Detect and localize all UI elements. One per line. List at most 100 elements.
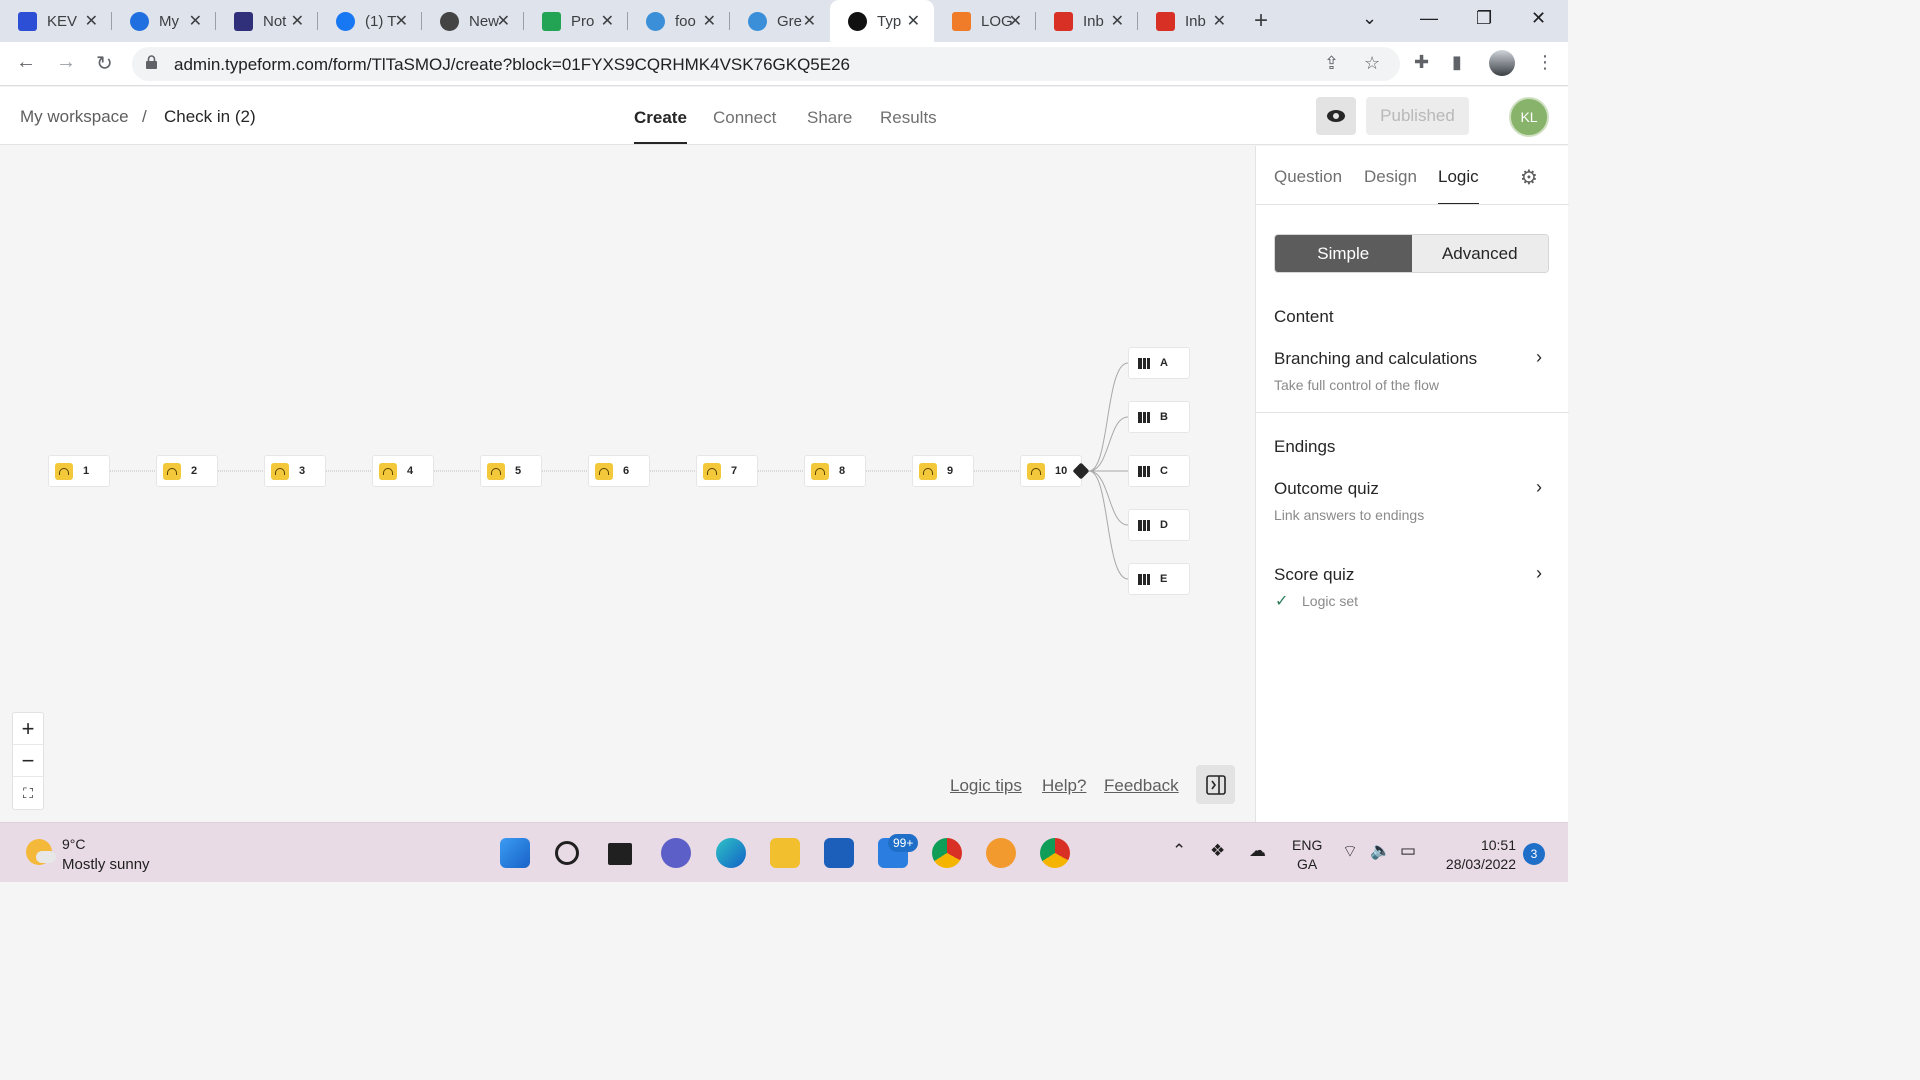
profile-avatar-icon[interactable] — [1489, 50, 1515, 76]
question-number: 8 — [839, 465, 846, 477]
minimize-icon[interactable]: — — [1420, 8, 1438, 29]
question-node[interactable]: 4 — [372, 455, 434, 487]
panel-tab-design[interactable]: Design — [1364, 167, 1417, 187]
restore-icon[interactable]: ❐ — [1476, 8, 1492, 29]
advanced-mode-button[interactable]: Advanced — [1411, 235, 1548, 272]
question-node[interactable]: 2 — [156, 455, 218, 487]
published-button[interactable]: Published — [1366, 97, 1469, 135]
close-tab-icon[interactable]: ✕ — [85, 11, 98, 31]
browser-tab[interactable]: foo ✕ — [628, 0, 730, 42]
close-tab-icon[interactable]: ✕ — [497, 11, 510, 31]
question-node[interactable]: 5 — [480, 455, 542, 487]
search-icon[interactable] — [555, 841, 579, 865]
ending-node[interactable]: B — [1128, 401, 1190, 433]
chrome-icon[interactable] — [932, 838, 962, 868]
preview-button[interactable] — [1316, 97, 1356, 135]
battery-icon[interactable]: ▭ — [1400, 841, 1416, 861]
browser-tab[interactable]: Not ✕ — [216, 0, 318, 42]
close-tab-icon[interactable]: ✕ — [703, 11, 716, 31]
chevron-up-icon[interactable]: ⌃ — [1172, 841, 1186, 861]
back-icon[interactable]: ← — [16, 51, 36, 74]
question-node[interactable]: 9 — [912, 455, 974, 487]
weather-icon[interactable] — [26, 839, 56, 865]
help-link[interactable]: Help? — [1042, 776, 1086, 796]
question-node[interactable]: 6 — [588, 455, 650, 487]
browser-tab[interactable]: (1) T ✕ — [318, 0, 422, 42]
zoom-in-button[interactable]: + — [13, 713, 43, 745]
ending-node[interactable]: E — [1128, 563, 1190, 595]
file-explorer-icon[interactable] — [770, 838, 800, 868]
browser-tab[interactable]: Typ ✕ — [830, 0, 934, 42]
wifi-icon[interactable]: ⌔ — [1342, 841, 1358, 862]
language-indicator[interactable]: ENG GA — [1292, 836, 1322, 874]
close-tab-icon[interactable]: ✕ — [601, 11, 614, 31]
browser-tab[interactable]: Inb ✕ — [1036, 0, 1138, 42]
share-icon[interactable]: ⇪ — [1324, 53, 1339, 74]
weather-temperature[interactable]: 9°C — [62, 836, 86, 852]
browser-tab[interactable]: My ✕ — [112, 0, 216, 42]
extensions-icon[interactable]: ✚ — [1414, 52, 1429, 73]
reload-icon[interactable]: ↻ — [96, 51, 113, 76]
browser-tab[interactable]: Pro ✕ — [524, 0, 628, 42]
clock[interactable]: 10:51 28/03/2022 — [1430, 836, 1516, 874]
close-tab-icon[interactable]: ✕ — [395, 11, 408, 31]
browser-tab[interactable]: LOG ✕ — [934, 0, 1036, 42]
forward-icon[interactable]: → — [56, 51, 76, 74]
browser-tab[interactable]: KEV ✕ — [0, 0, 112, 42]
chrome-profile-icon[interactable] — [1040, 838, 1070, 868]
app-icon[interactable] — [986, 838, 1016, 868]
close-tab-icon[interactable]: ✕ — [803, 11, 816, 31]
close-tab-icon[interactable]: ✕ — [189, 11, 202, 31]
weather-description[interactable]: Mostly sunny — [62, 856, 150, 873]
zoom-out-button[interactable]: − — [13, 745, 43, 777]
notification-badge[interactable]: 3 — [1523, 843, 1545, 865]
close-tab-icon[interactable]: ✕ — [1111, 11, 1124, 31]
store-icon[interactable] — [824, 838, 854, 868]
zoom-controls: + − ⛶ — [12, 712, 44, 810]
question-node[interactable]: 7 — [696, 455, 758, 487]
chat-icon[interactable] — [661, 838, 691, 868]
tab-share[interactable]: Share — [807, 108, 852, 128]
close-window-icon[interactable]: ✕ — [1531, 8, 1546, 29]
feedback-link[interactable]: Feedback — [1104, 776, 1179, 796]
new-tab-button[interactable]: + — [1254, 7, 1268, 35]
ending-node[interactable]: A — [1128, 347, 1190, 379]
tab-connect[interactable]: Connect — [713, 108, 776, 128]
panel-toggle-button[interactable] — [1196, 765, 1235, 804]
logic-map-canvas[interactable]: 1 2 3 4 5 6 7 8 9 10 A B C D E + − ⛶ Logic tips Help?… — [0, 146, 1254, 822]
dropbox-icon[interactable]: ❖ — [1210, 841, 1225, 861]
fit-view-button[interactable]: ⛶ — [13, 777, 43, 809]
panel-tab-question[interactable]: Question — [1274, 167, 1342, 187]
volume-icon[interactable]: 🔈 — [1370, 841, 1391, 861]
tab-results[interactable]: Results — [880, 108, 937, 128]
browser-menu-icon[interactable]: ⋮ — [1536, 52, 1554, 73]
simple-mode-button[interactable]: Simple — [1275, 235, 1412, 272]
browser-tab[interactable]: Inb ✕ — [1138, 0, 1240, 42]
close-tab-icon[interactable]: ✕ — [907, 11, 920, 31]
question-node[interactable]: 3 — [264, 455, 326, 487]
browser-tab[interactable]: New ✕ — [422, 0, 524, 42]
gear-icon[interactable]: ⚙ — [1520, 165, 1538, 190]
ending-node[interactable]: C — [1128, 455, 1190, 487]
tab-search-icon[interactable]: ⌄ — [1362, 8, 1377, 29]
logic-tips-link[interactable]: Logic tips — [950, 776, 1022, 796]
task-view-icon[interactable] — [608, 843, 632, 865]
browser-tab[interactable]: Gre ✕ — [730, 0, 830, 42]
address-bar[interactable]: admin.typeform.com/form/TlTaSMOJ/create?… — [132, 47, 1400, 81]
panel-tab-logic[interactable]: Logic — [1438, 167, 1479, 205]
tab-create[interactable]: Create — [634, 108, 687, 144]
edge-icon[interactable] — [716, 838, 746, 868]
bookmark-star-icon[interactable]: ☆ — [1364, 53, 1380, 74]
breadcrumb-form-title[interactable]: Check in (2) — [164, 107, 256, 127]
close-tab-icon[interactable]: ✕ — [1009, 11, 1022, 31]
question-node[interactable]: 8 — [804, 455, 866, 487]
user-avatar[interactable]: KL — [1509, 97, 1549, 137]
start-icon[interactable] — [500, 838, 530, 868]
close-tab-icon[interactable]: ✕ — [1213, 11, 1226, 31]
question-node[interactable]: 1 — [48, 455, 110, 487]
side-panel-icon[interactable]: ▮ — [1452, 52, 1462, 73]
ending-node[interactable]: D — [1128, 509, 1190, 541]
cloud-icon[interactable]: ☁ — [1249, 841, 1266, 861]
close-tab-icon[interactable]: ✕ — [291, 11, 304, 31]
breadcrumb-workspace[interactable]: My workspace — [20, 107, 129, 127]
